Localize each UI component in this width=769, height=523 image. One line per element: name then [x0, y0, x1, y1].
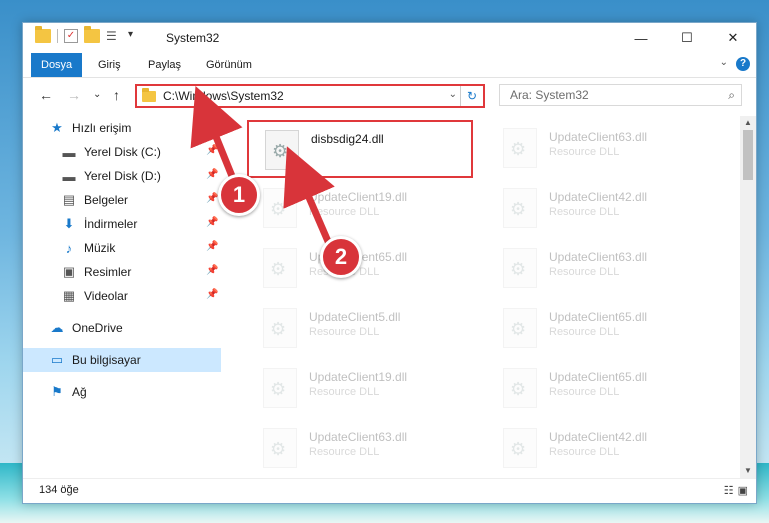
arrow-to-dll-file — [283, 146, 335, 248]
annotation-arrows — [190, 86, 335, 248]
step-badge-1: 1 — [218, 174, 260, 216]
step-badge-2: 2 — [320, 236, 362, 278]
